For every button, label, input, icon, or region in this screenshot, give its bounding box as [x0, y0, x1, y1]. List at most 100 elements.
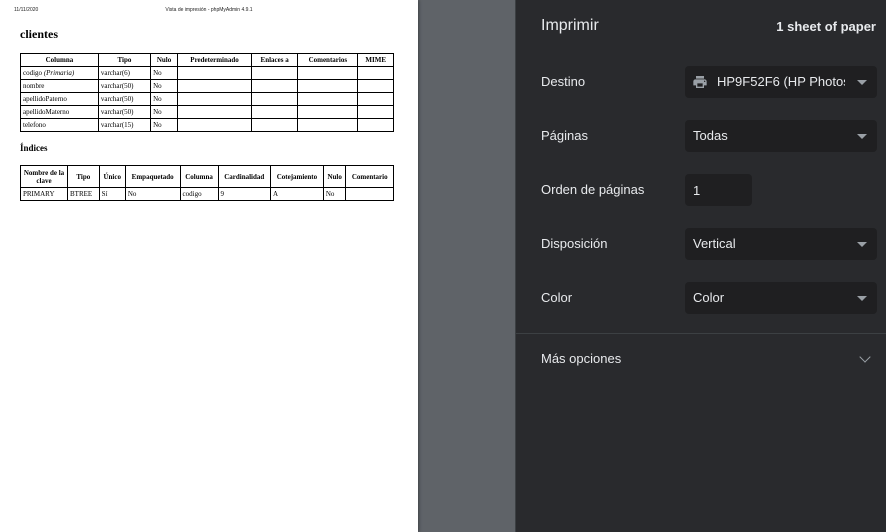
- print-title: Imprimir: [541, 17, 599, 34]
- printer-icon: [693, 76, 707, 88]
- destination-select[interactable]: HP9F52F6 (HP Photosmart: [685, 66, 877, 98]
- dropdown-caret-icon: [857, 242, 867, 247]
- layout-value: Vertical: [693, 236, 736, 251]
- print-settings-sidebar: Imprimir 1 sheet of paper Destino HP9F52…: [515, 0, 886, 532]
- idx-header-unico: Único: [98, 165, 126, 188]
- cell-enlaces: [251, 66, 299, 80]
- cell-tipo: varchar(50): [97, 79, 152, 93]
- table-row: telefono varchar(15) No: [20, 118, 394, 132]
- pages-value: Todas: [693, 128, 728, 143]
- layout-label: Disposición: [541, 236, 608, 251]
- more-options-toggle[interactable]: Más opciones: [516, 342, 886, 376]
- cell-predeterminado: [176, 79, 253, 93]
- dropdown-caret-icon: [857, 134, 867, 139]
- col-header-columna: Columna: [20, 53, 99, 67]
- cell-tipo: varchar(6): [97, 66, 152, 80]
- cell-tipo: BTREE: [67, 187, 100, 201]
- cell-empaquetado: No: [124, 187, 181, 201]
- table-row: PRIMARY BTREE Sí No codigo 9 A No: [20, 187, 394, 201]
- column-name: codigo: [23, 69, 43, 77]
- cell-enlaces: [251, 118, 299, 132]
- col-header-nulo: Nulo: [150, 53, 178, 67]
- indexes-heading: Índices: [20, 143, 48, 153]
- dropdown-caret-icon: [857, 296, 867, 301]
- cell-columna: apellidoPaterno: [20, 92, 99, 106]
- col-header-enlaces: Enlaces a: [251, 53, 299, 67]
- cell-nulo: No: [150, 118, 178, 132]
- cell-predeterminado: [176, 92, 253, 106]
- destination-row: Destino HP9F52F6 (HP Photosmart: [516, 66, 886, 98]
- idx-header-cardinalidad: Cardinalidad: [217, 165, 271, 188]
- columns-table: Columna Tipo Nulo Predeterminado Enlaces…: [20, 53, 394, 132]
- cell-columna: nombre: [20, 79, 99, 93]
- divider: [516, 333, 886, 334]
- table-row: apellidoMaterno varchar(50) No: [20, 105, 394, 119]
- color-select[interactable]: Color: [685, 282, 877, 314]
- layout-select[interactable]: Vertical: [685, 228, 877, 260]
- cell-tipo: varchar(50): [97, 105, 152, 119]
- idx-header-empaquetado: Empaquetado: [124, 165, 181, 188]
- sheet-count: 1 sheet of paper: [776, 19, 876, 34]
- idx-header-cotejamiento: Cotejamiento: [269, 165, 324, 188]
- layout-row: Disposición Vertical: [516, 228, 886, 260]
- col-header-tipo: Tipo: [97, 53, 152, 67]
- primary-note: (Primaria): [43, 69, 75, 77]
- cell-mime: [357, 105, 394, 119]
- cell-columna: apellidoMaterno: [20, 105, 99, 119]
- cell-cotejamiento: A: [269, 187, 324, 201]
- idx-header-nombre: Nombre de la clave: [20, 165, 68, 188]
- cell-nombre-clave: PRIMARY: [20, 187, 68, 201]
- cell-comentarios: [297, 118, 359, 132]
- table-row: apellidoPaterno varchar(50) No: [20, 92, 394, 106]
- destination-label: Destino: [541, 74, 586, 89]
- cell-cardinalidad: 9: [217, 187, 271, 201]
- cell-mime: [357, 92, 394, 106]
- cell-tipo: varchar(50): [97, 92, 152, 106]
- cell-predeterminado: [176, 105, 253, 119]
- color-row: Color Color: [516, 282, 886, 314]
- page-order-label: Orden de páginas: [541, 182, 645, 197]
- indexes-table: Nombre de la clave Tipo Único Empaquetad…: [20, 165, 394, 201]
- dropdown-caret-icon: [857, 80, 867, 85]
- cell-nulo: No: [150, 66, 178, 80]
- table-row: nombre varchar(50) No: [20, 79, 394, 93]
- cell-nulo: No: [150, 79, 178, 93]
- cell-nulo: No: [150, 92, 178, 106]
- table-row: codigo (Primaria) varchar(6) No: [20, 66, 394, 80]
- cell-predeterminado: [176, 66, 253, 80]
- cell-comentarios: [297, 79, 359, 93]
- idx-header-nulo: Nulo: [322, 165, 347, 188]
- chevron-down-icon: [859, 351, 871, 363]
- page-order-input[interactable]: [685, 174, 752, 206]
- destination-value: HP9F52F6 (HP Photosmart: [717, 74, 845, 89]
- cell-tipo: varchar(15): [97, 118, 152, 132]
- cell-nulo: No: [322, 187, 347, 201]
- pages-label: Páginas: [541, 128, 588, 143]
- color-label: Color: [541, 290, 573, 305]
- cell-columna: codigo (Primaria): [20, 66, 99, 80]
- pages-select[interactable]: Todas: [685, 120, 877, 152]
- cell-enlaces: [251, 105, 299, 119]
- cell-comentarios: [297, 105, 359, 119]
- pages-row: Páginas Todas: [516, 120, 886, 152]
- cell-unico: Sí: [98, 187, 126, 201]
- columns-table-header: Columna Tipo Nulo Predeterminado Enlaces…: [20, 53, 394, 67]
- cell-mime: [357, 118, 394, 132]
- table-name-heading: clientes: [20, 27, 58, 41]
- more-options-label: Más opciones: [541, 351, 622, 366]
- cell-mime: [357, 66, 394, 80]
- idx-header-comentario: Comentario: [345, 165, 394, 188]
- preview-page: 11/11/2020 Vista de impresión - phpMyAdm…: [0, 0, 418, 532]
- col-header-predeterminado: Predeterminado: [176, 53, 253, 67]
- cell-columna: telefono: [20, 118, 99, 132]
- cell-columna: codigo: [179, 187, 219, 201]
- cell-predeterminado: [176, 118, 253, 132]
- cell-comentario: [345, 187, 394, 201]
- cell-nulo: No: [150, 105, 178, 119]
- idx-header-tipo: Tipo: [67, 165, 100, 188]
- page-order-row: Orden de páginas: [516, 174, 886, 206]
- cell-enlaces: [251, 92, 299, 106]
- idx-header-columna: Columna: [179, 165, 219, 188]
- cell-comentarios: [297, 92, 359, 106]
- print-preview-area: 11/11/2020 Vista de impresión - phpMyAdm…: [0, 0, 515, 532]
